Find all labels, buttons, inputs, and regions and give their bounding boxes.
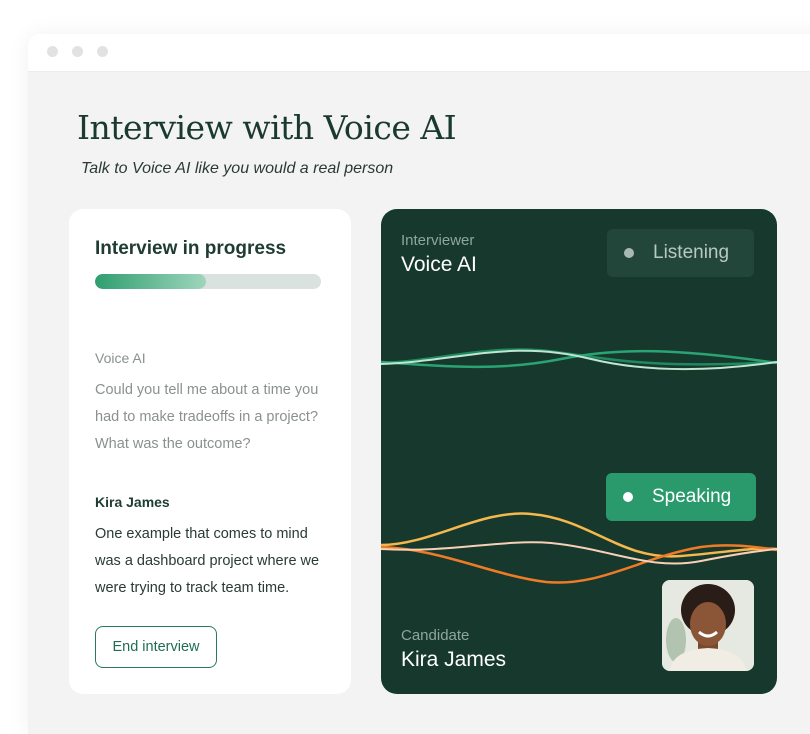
interviewer-waveform-icon (381, 348, 777, 371)
window-titlebar (28, 34, 810, 72)
transcript-card: Interview in progress Voice AI Could you… (69, 209, 351, 694)
interview-progress-bar (95, 274, 321, 289)
end-interview-button[interactable]: End interview (95, 626, 217, 668)
candidate-role-label: Candidate (401, 627, 470, 644)
page-subtitle: Talk to Voice AI like you would a real p… (81, 160, 394, 177)
message-speaker: Voice AI (95, 350, 146, 366)
interview-progress-fill (95, 274, 206, 289)
status-dot-icon (623, 492, 633, 502)
transcript-heading: Interview in progress (95, 238, 287, 259)
candidate-status-badge: Speaking (606, 473, 756, 521)
message-text: Could you tell me about a time you had t… (95, 382, 319, 452)
window-dot-icon (72, 46, 83, 57)
candidate-waveform-icon (381, 512, 777, 584)
window-dot-icon (47, 46, 58, 57)
message-text: One example that comes to mind was a das… (95, 526, 320, 596)
candidate-avatar (662, 580, 754, 671)
candidate-name: Kira James (401, 648, 507, 671)
window-dot-icon (97, 46, 108, 57)
call-panel: Interviewer Voice AI Listening Speaking … (381, 209, 777, 694)
candidate-status-text: Speaking (652, 486, 732, 507)
page-title: Interview with Voice AI (77, 108, 457, 147)
message-speaker: Kira James (95, 494, 170, 510)
